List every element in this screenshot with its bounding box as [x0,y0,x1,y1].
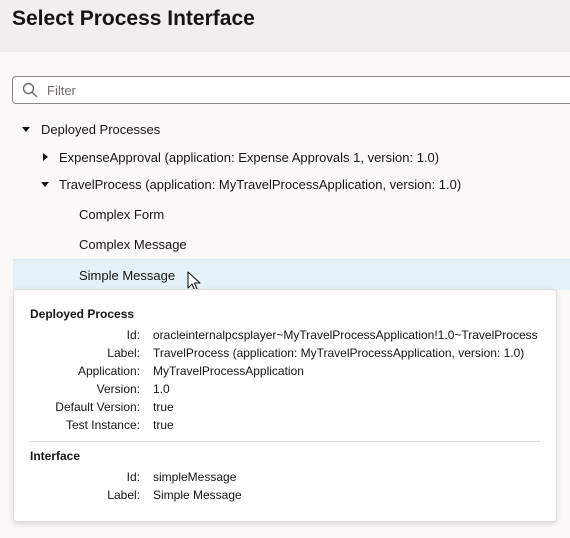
field-key: Id: [126,470,140,484]
tree-node-deployed-processes[interactable]: Deployed Processes [0,115,570,143]
section-divider [30,441,540,442]
field-key: Version: [96,382,140,396]
tree-node-complex-message[interactable]: Complex Message [0,230,570,258]
field-key: Id: [126,328,140,342]
field-value: 1.0 [153,382,170,396]
field-key: Label: [107,488,140,502]
tree-node-label: Complex Form [79,207,165,222]
tree-node-label: Complex Message [79,237,187,252]
field-test-instance: Test Instance: true [14,418,558,436]
tree-node-label: Simple Message [79,268,176,283]
tree-node-complex-form[interactable]: Complex Form [0,200,570,228]
tree-node-label: TravelProcess (application: MyTravelProc… [59,177,462,192]
field-default-version: Default Version: true [14,400,558,418]
field-key: Application: [77,364,140,378]
caret-right-icon[interactable] [40,152,50,162]
interface-field-label: Label: Simple Message [14,488,558,506]
field-application: Application: MyTravelProcessApplication [14,364,558,382]
interface-heading: Interface [30,449,81,463]
field-value: MyTravelProcessApplication [153,364,304,378]
tree-node-expense-approval[interactable]: ExpenseApproval (application: Expense Ap… [0,143,570,171]
field-value: TravelProcess (application: MyTravelProc… [153,346,525,360]
field-id: Id: oracleinternalpcsplayer~MyTravelProc… [14,328,558,346]
deployed-process-heading: Deployed Process [30,307,135,321]
field-key: Label: [107,346,140,360]
field-value: true [153,400,174,414]
tree-node-simple-message[interactable]: Simple Message [13,259,570,290]
field-key: Test Instance: [65,418,140,432]
page-title: Select Process Interface [12,7,255,30]
details-popup: Deployed Process Id: oracleinternalpcspl… [13,289,557,522]
field-value: true [153,418,174,432]
page-header: Select Process Interface [0,0,570,52]
field-version: Version: 1.0 [14,382,558,400]
interface-field-id: Id: simpleMessage [14,470,558,488]
tree-node-label: ExpenseApproval (application: Expense Ap… [59,150,440,165]
filter-input[interactable] [47,80,547,100]
search-icon [22,82,38,98]
field-value: oracleinternalpcsplayer~MyTravelProcessA… [153,328,538,342]
caret-down-icon[interactable] [21,124,31,134]
tree-node-label: Deployed Processes [41,122,161,137]
filter-field[interactable] [12,76,570,104]
field-value: Simple Message [153,488,242,502]
caret-down-icon[interactable] [40,179,50,189]
field-key: Default Version: [55,400,140,414]
tree-node-travel-process[interactable]: TravelProcess (application: MyTravelProc… [0,170,570,198]
field-label: Label: TravelProcess (application: MyTra… [14,346,558,364]
field-value: simpleMessage [153,470,237,484]
